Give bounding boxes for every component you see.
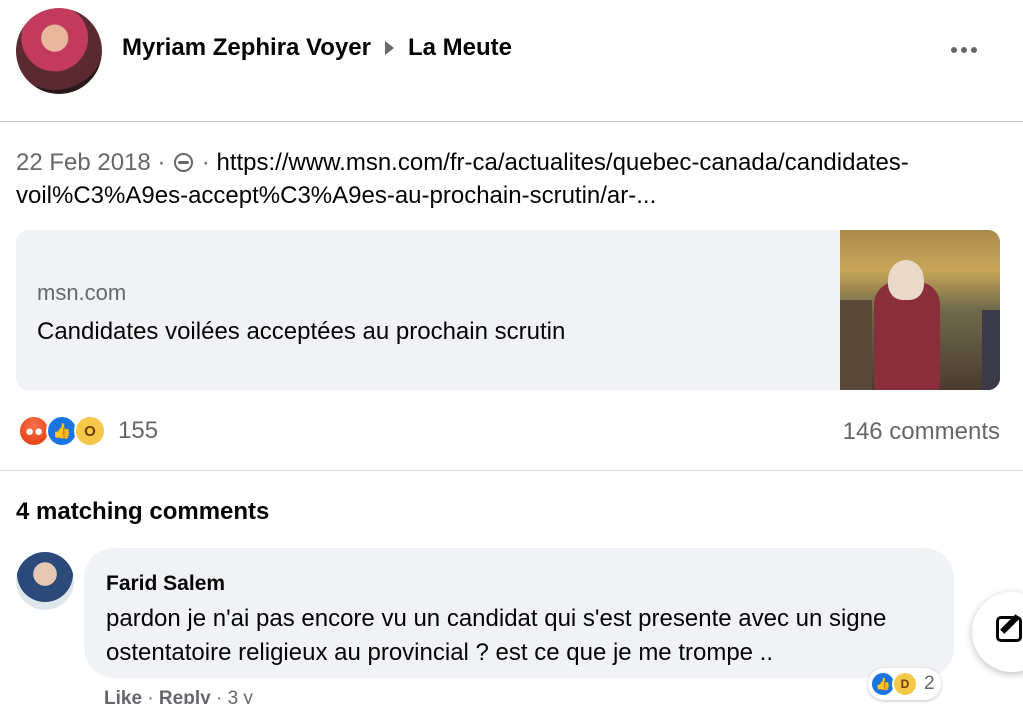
comment-bubble: Farid Salem pardon je n'ai pas encore vu… [84, 548, 954, 678]
commenter-name[interactable]: Farid Salem [106, 572, 225, 596]
link-domain: msn.com [37, 280, 127, 305]
link-preview-card[interactable]: msn.com Candidates voilées acceptées au … [16, 230, 1000, 390]
comment-reaction-count: 2 [924, 673, 935, 694]
author-line: Myriam Zephira Voyer La Meute [122, 34, 512, 62]
post-header: Myriam Zephira Voyer La Meute [0, 0, 1023, 122]
reply-link[interactable]: Reply [159, 688, 211, 704]
comment-actions: Like · Reply · 3 y [104, 688, 253, 704]
meta-separator: · [157, 149, 166, 176]
link-thumbnail [840, 230, 1000, 390]
divider [0, 470, 1023, 471]
comment-time[interactable]: 3 y [228, 688, 253, 704]
post-date[interactable]: 22 Feb 2018 [16, 149, 151, 176]
author-name[interactable]: Myriam Zephira Voyer [122, 34, 371, 62]
post-meta: 22 Feb 2018 · · https://www.msn.com/fr-c… [16, 146, 1006, 212]
arrow-right-icon [384, 41, 394, 55]
link-title: Candidates voilées acceptées au prochain… [37, 318, 566, 345]
comment-reactions[interactable]: 👍 D 2 [868, 668, 941, 700]
matching-comments-heading: 4 matching comments [16, 498, 270, 525]
comments-count[interactable]: 146 comments [843, 418, 1000, 446]
compose-button[interactable] [972, 592, 1023, 672]
group-name[interactable]: La Meute [408, 34, 512, 62]
wow-icon: O [74, 415, 106, 447]
audience-icon [174, 153, 194, 172]
reaction-count: 155 [118, 417, 159, 444]
comment-text: pardon je n'ai pas encore vu un candidat… [106, 605, 887, 666]
post-reactions[interactable]: ●● 👍 O 155 [18, 414, 158, 448]
actions-separator-2: · [215, 688, 223, 704]
actions-separator: · [147, 688, 154, 704]
commenter-avatar[interactable] [16, 552, 74, 610]
like-link[interactable]: Like [104, 688, 142, 704]
meta-separator-2: · [201, 149, 210, 176]
edit-icon [996, 616, 1022, 642]
author-avatar[interactable] [16, 8, 102, 94]
more-options-icon[interactable] [946, 38, 982, 62]
haha-icon: D [892, 671, 918, 697]
